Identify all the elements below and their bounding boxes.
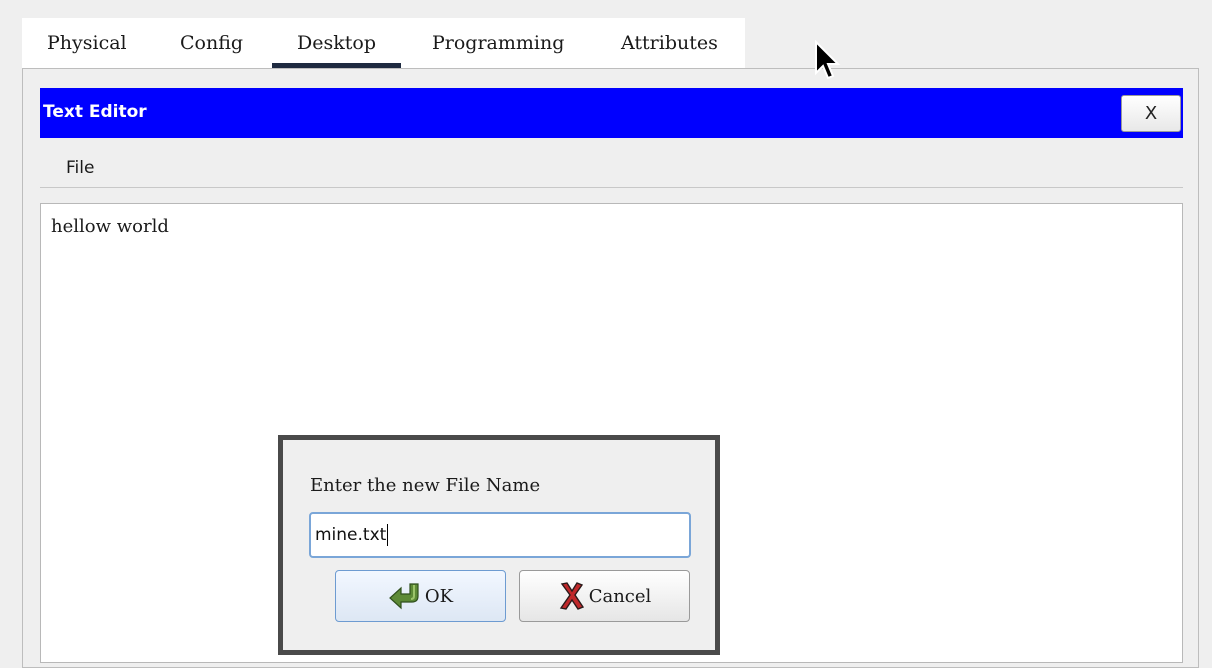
editor-content: hellow world (51, 216, 169, 237)
tab-desktop[interactable]: Desktop (272, 30, 401, 68)
file-name-value: mine.txt (315, 525, 387, 545)
green-arrow-icon (388, 582, 422, 610)
file-name-dialog: Enter the new File Name mine.txt OK Canc… (278, 435, 720, 655)
tab-bar: Physical Config Desktop Programming Attr… (22, 18, 745, 68)
red-x-icon (558, 581, 586, 611)
tab-physical[interactable]: Physical (47, 30, 127, 56)
tab-programming[interactable]: Programming (432, 30, 564, 56)
tab-attributes[interactable]: Attributes (621, 30, 718, 56)
window-title: Text Editor (43, 102, 147, 122)
ok-label: OK (424, 585, 454, 607)
file-name-input[interactable]: mine.txt (309, 512, 691, 558)
mouse-cursor-icon (813, 39, 843, 92)
close-button[interactable]: X (1121, 95, 1181, 132)
ok-button[interactable]: OK (335, 570, 506, 622)
cancel-label: Cancel (588, 585, 652, 607)
menu-file[interactable]: File (66, 158, 94, 178)
tab-config[interactable]: Config (180, 30, 243, 56)
text-editor-title-bar: Text Editor X (40, 88, 1183, 138)
dialog-prompt: Enter the new File Name (310, 475, 541, 496)
text-caret (387, 524, 389, 546)
cancel-button[interactable]: Cancel (519, 570, 690, 622)
menu-bar: File (40, 148, 1183, 188)
